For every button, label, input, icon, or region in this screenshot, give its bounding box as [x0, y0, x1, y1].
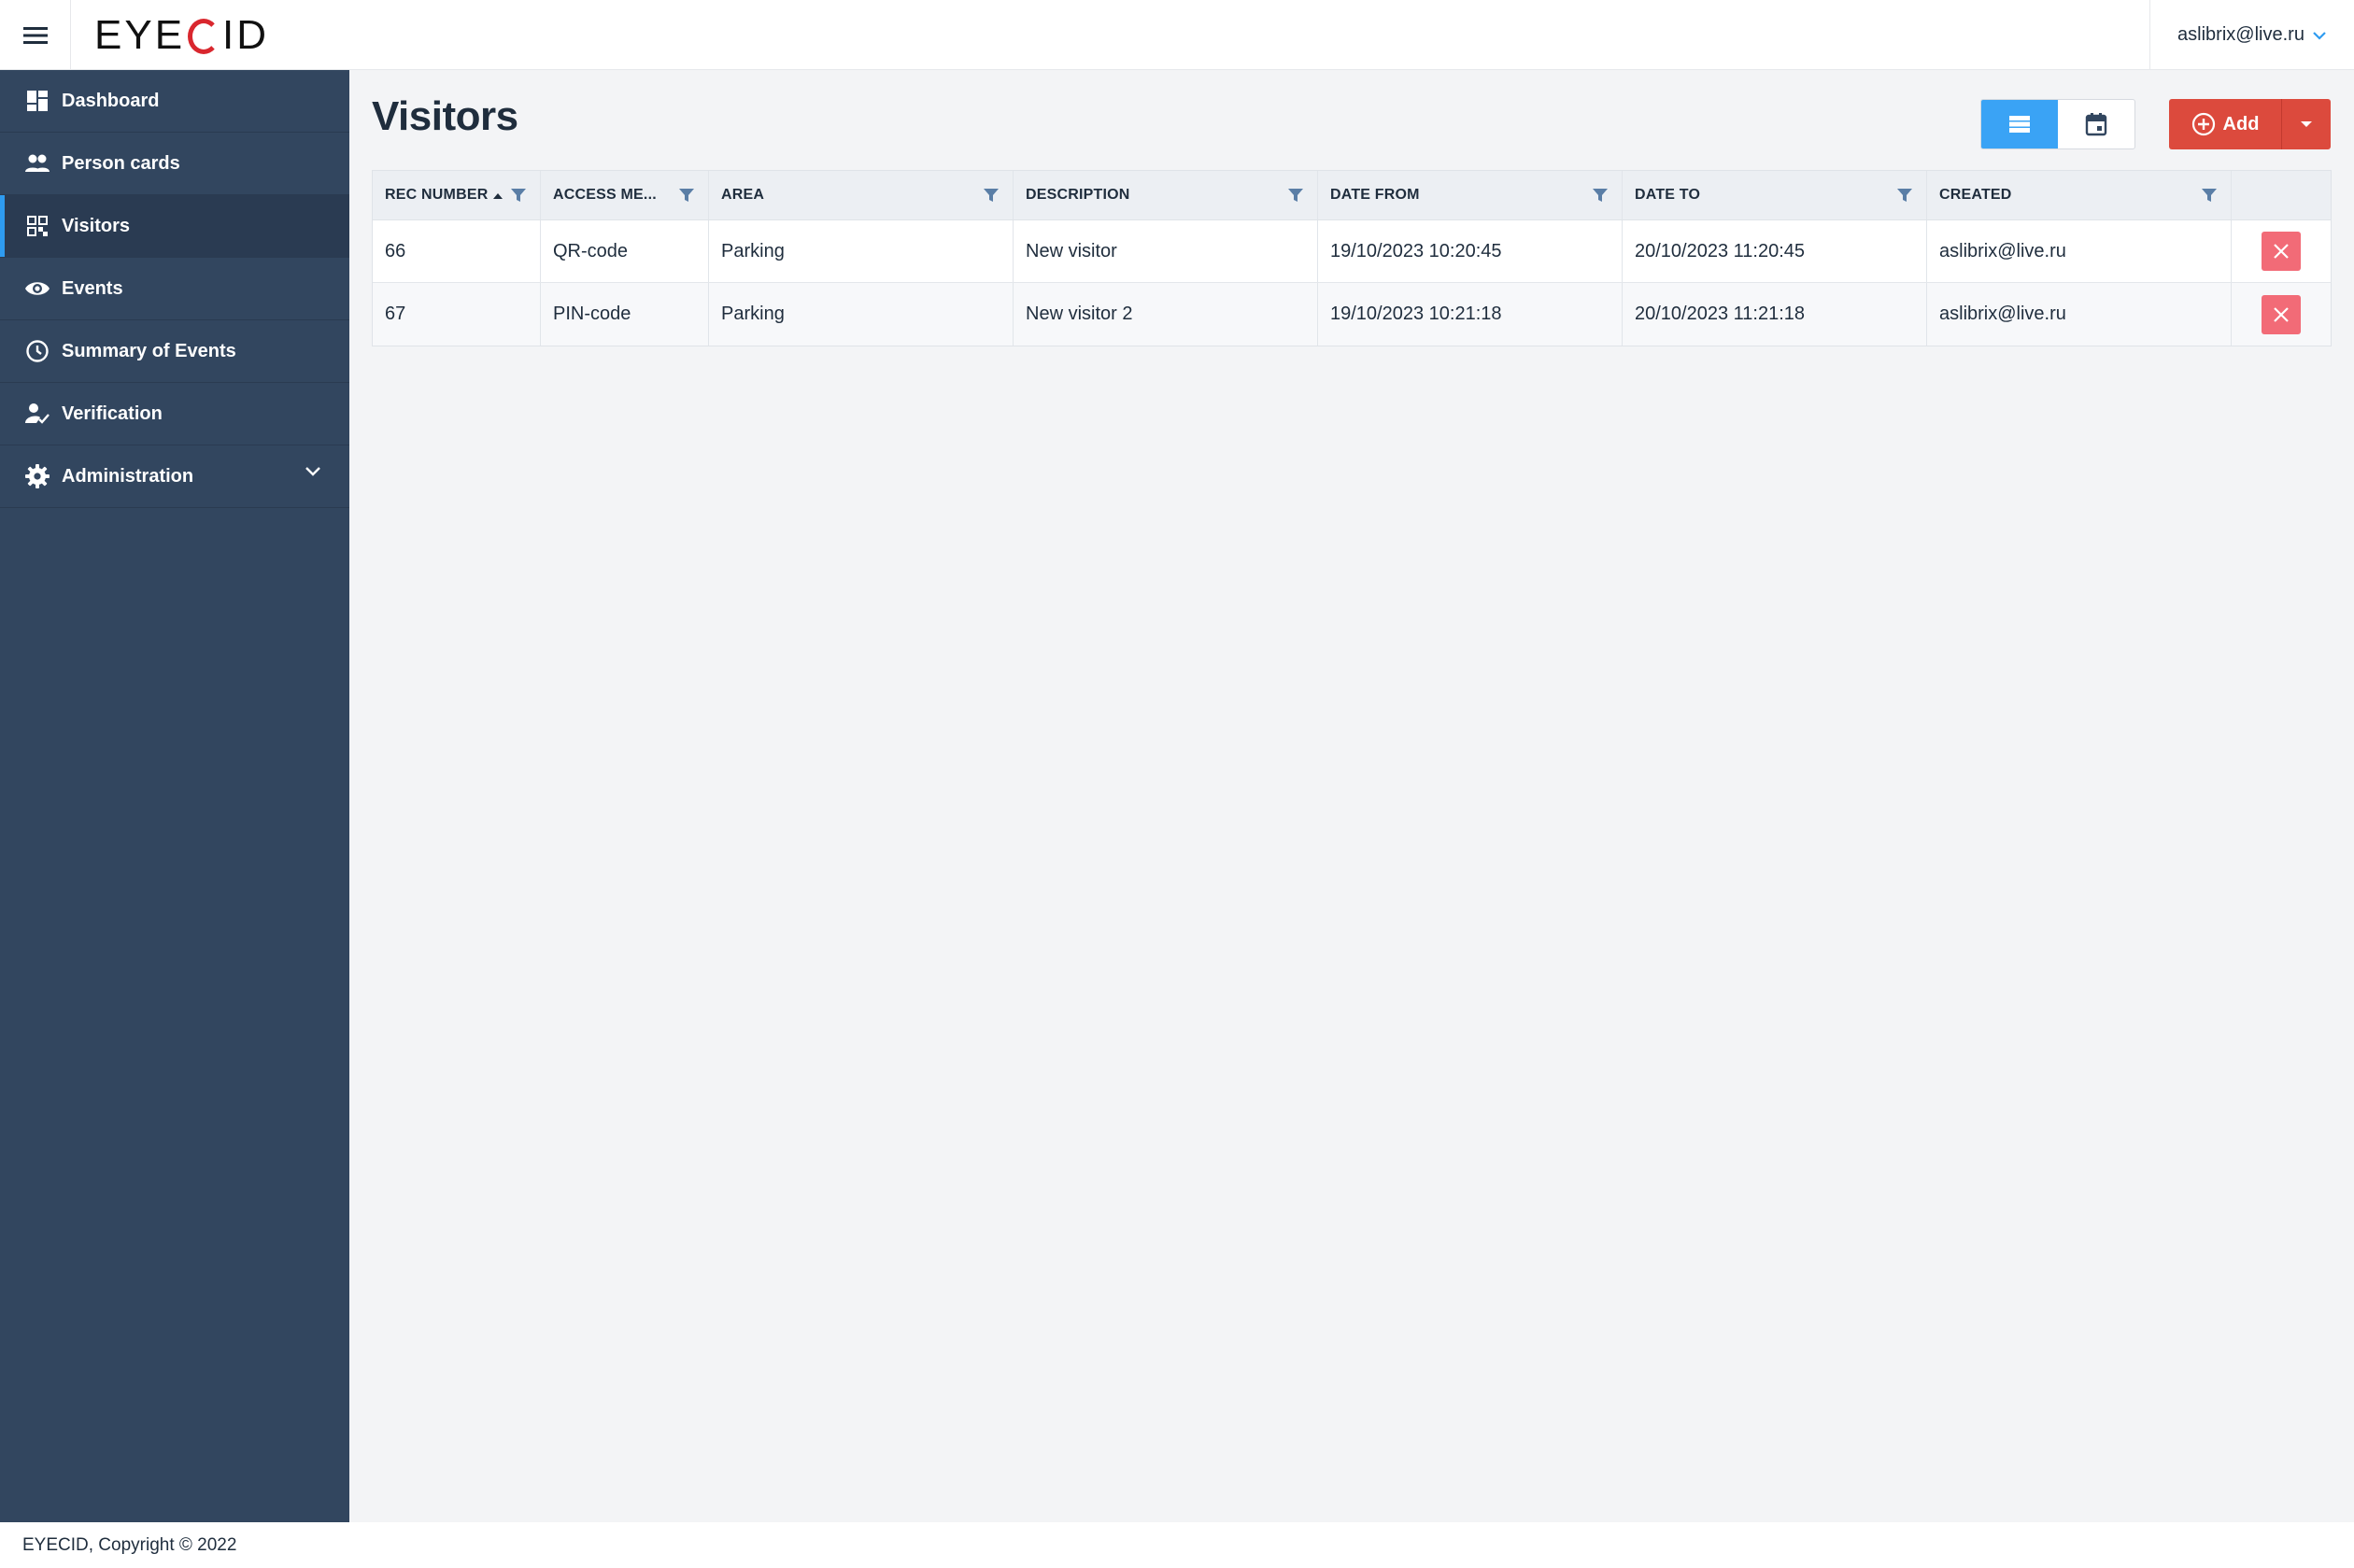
sidebar-item-events[interactable]: Events	[0, 258, 349, 320]
column-header-label: DESCRIPTION	[1026, 187, 1130, 203]
cell-created: aslibrix@live.ru	[1927, 283, 2232, 346]
view-toggle	[1980, 99, 2135, 149]
cell-access-method: PIN-code	[541, 283, 709, 346]
filter-icon[interactable]	[983, 187, 1000, 204]
sidebar-item-person-cards[interactable]: Person cards	[0, 133, 349, 195]
footer: EYECID, Copyright © 2022	[0, 1522, 2354, 1568]
column-header-area[interactable]: AREA	[709, 171, 1014, 219]
cell-date-to: 20/10/2023 11:20:45	[1623, 220, 1927, 282]
calendar-view-button[interactable]	[2058, 100, 2134, 148]
sidebar-item-label: Dashboard	[62, 90, 160, 111]
chevron-down-icon	[305, 467, 320, 476]
people-icon	[24, 150, 50, 177]
cell-rec-number: 66	[373, 220, 541, 282]
cell-rec-number: 67	[373, 283, 541, 346]
column-header-date-to[interactable]: DATE TO	[1623, 171, 1927, 219]
app-logo: EYE ID	[94, 9, 269, 61]
column-header-label: ACCESS ME...	[553, 187, 657, 203]
dashboard-icon	[24, 88, 50, 114]
sidebar-item-label: Events	[62, 277, 123, 299]
sidebar-item-dashboard[interactable]: Dashboard	[0, 70, 349, 133]
sidebar-item-verification[interactable]: Verification	[0, 383, 349, 445]
user-menu[interactable]: aslibrix@live.ru	[2149, 0, 2354, 70]
list-view-icon	[2009, 116, 2030, 133]
filter-icon[interactable]	[2201, 187, 2218, 204]
list-view-button[interactable]	[1981, 100, 2058, 148]
cell-actions	[2232, 220, 2331, 282]
add-button[interactable]: Add	[2169, 99, 2281, 149]
sidebar-item-label: Summary of Events	[62, 340, 236, 361]
column-header-label: DATE TO	[1635, 187, 1701, 203]
cell-actions	[2232, 283, 2331, 346]
sidebar-item-label: Verification	[62, 403, 163, 424]
cell-created: aslibrix@live.ru	[1927, 220, 2232, 282]
eye-icon	[24, 275, 50, 302]
menu-toggle-button[interactable]	[0, 0, 71, 70]
logo-text-left: EYE	[94, 11, 186, 58]
hamburger-icon	[22, 26, 48, 44]
copyright-text: EYECID, Copyright © 2022	[22, 1534, 237, 1555]
close-icon	[2274, 244, 2289, 259]
column-header-rec-number[interactable]: REC NUMBER	[373, 171, 541, 219]
page-title: Visitors	[372, 93, 518, 139]
cell-area: Parking	[709, 283, 1014, 346]
gear-icon	[24, 463, 50, 489]
clock-icon	[24, 338, 50, 364]
column-header-label: REC NUMBER	[385, 187, 489, 203]
sort-ascending-icon	[493, 192, 503, 199]
filter-icon[interactable]	[1287, 187, 1304, 204]
cell-description: New visitor	[1014, 220, 1318, 282]
filter-icon[interactable]	[1592, 187, 1609, 204]
cell-date-from: 19/10/2023 10:20:45	[1318, 220, 1623, 282]
qr-code-icon	[24, 213, 50, 239]
column-header-description[interactable]: DESCRIPTION	[1014, 171, 1318, 219]
column-header-actions	[2232, 171, 2331, 219]
calendar-icon	[2085, 113, 2107, 136]
sidebar-item-label: Visitors	[62, 215, 130, 236]
add-button-label: Add	[2222, 113, 2260, 134]
filter-icon[interactable]	[1896, 187, 1913, 204]
close-icon	[2274, 306, 2289, 322]
table-row[interactable]: 67 PIN-code Parking New visitor 2 19/10/…	[373, 283, 2331, 346]
visitors-table: REC NUMBER ACCESS ME... AREA DESCRIPTION…	[372, 170, 2332, 346]
column-header-label: AREA	[721, 187, 765, 203]
cell-date-to: 20/10/2023 11:21:18	[1623, 283, 1927, 346]
person-check-icon	[24, 401, 50, 427]
user-email: aslibrix@live.ru	[2177, 24, 2304, 45]
filter-icon[interactable]	[678, 187, 695, 204]
sidebar-item-summary-of-events[interactable]: Summary of Events	[0, 320, 349, 383]
sidebar-item-label: Administration	[62, 465, 194, 487]
column-header-access-method[interactable]: ACCESS ME...	[541, 171, 709, 219]
column-header-label: CREATED	[1939, 187, 2012, 203]
logo-text-right: ID	[222, 11, 270, 58]
delete-button[interactable]	[2262, 232, 2301, 271]
logo-ring-icon	[188, 18, 220, 54]
filter-icon[interactable]	[510, 187, 527, 204]
column-header-label: DATE FROM	[1330, 187, 1420, 203]
top-bar: EYE ID aslibrix@live.ru	[0, 0, 2354, 70]
table-row[interactable]: 66 QR-code Parking New visitor 19/10/202…	[373, 220, 2331, 283]
cell-area: Parking	[709, 220, 1014, 282]
sidebar-item-administration[interactable]: Administration	[0, 445, 349, 508]
sidebar: Dashboard Person cards Visitors Events S…	[0, 70, 349, 1522]
table-header-row: REC NUMBER ACCESS ME... AREA DESCRIPTION…	[373, 171, 2331, 220]
plus-circle-icon	[2191, 112, 2215, 136]
column-header-date-from[interactable]: DATE FROM	[1318, 171, 1623, 219]
cell-description: New visitor 2	[1014, 283, 1318, 346]
column-header-created[interactable]: CREATED	[1927, 171, 2232, 219]
chevron-down-icon	[2313, 31, 2326, 40]
delete-button[interactable]	[2262, 294, 2301, 334]
cell-access-method: QR-code	[541, 220, 709, 282]
caret-down-icon	[2301, 121, 2312, 127]
sidebar-item-visitors[interactable]: Visitors	[0, 195, 349, 258]
sidebar-item-label: Person cards	[62, 152, 180, 174]
add-options-button[interactable]	[2281, 99, 2331, 149]
add-split-button: Add	[2169, 99, 2331, 149]
cell-date-from: 19/10/2023 10:21:18	[1318, 283, 1623, 346]
